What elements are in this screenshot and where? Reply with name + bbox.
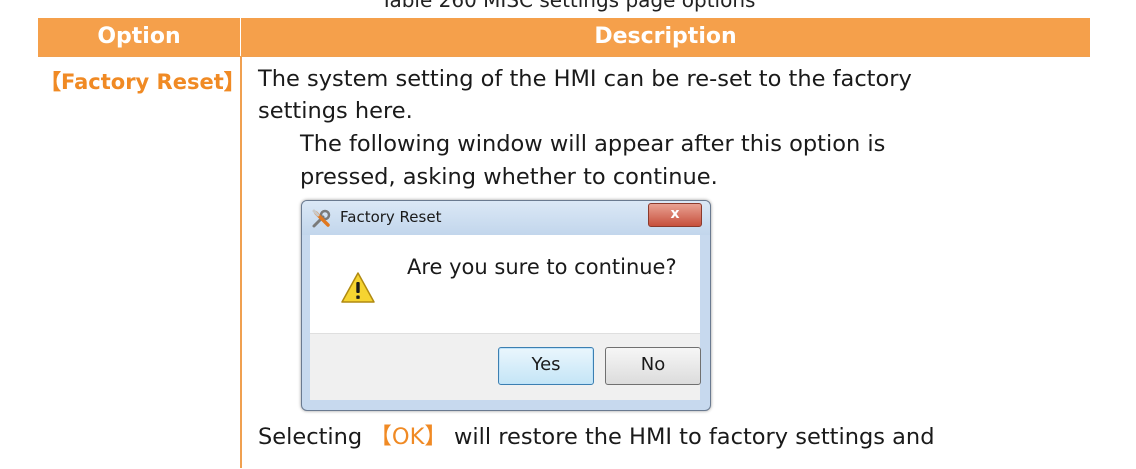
header-description: Description (241, 18, 1090, 56)
header-option: Option (38, 18, 240, 56)
yes-button[interactable]: Yes (498, 347, 594, 385)
ok-highlight: 【OK】 (369, 424, 447, 450)
dialog-footer: Yes No (310, 333, 701, 400)
option-label-factory-reset: 【Factory Reset】 (40, 70, 245, 94)
dialog-message: Are you sure to continue? (407, 255, 677, 279)
description-line: The system setting of the HMI can be re-… (258, 66, 912, 92)
description-line: pressed, asking whether to continue. (300, 164, 718, 190)
description-line: The following window will appear after t… (300, 131, 886, 157)
factory-reset-dialog: Factory Reset x Are you sure to continue… (301, 200, 711, 411)
description-line: Selecting 【OK】 will restore the HMI to f… (258, 422, 934, 453)
description-text: will restore the HMI to factory settings… (446, 424, 935, 450)
dialog-title-bar: Factory Reset x (302, 201, 710, 235)
table-caption: Table 260 MISC settings page options (380, 0, 756, 12)
dialog-body: Are you sure to continue? (310, 235, 700, 333)
no-button[interactable]: No (605, 347, 701, 385)
description-text: Selecting (258, 424, 370, 450)
description-line: settings here. (258, 98, 413, 124)
tools-icon (312, 209, 331, 228)
column-divider (240, 56, 242, 468)
close-icon: x (670, 206, 680, 222)
dialog-title: Factory Reset (340, 208, 442, 226)
close-button[interactable]: x (648, 203, 702, 227)
warning-icon (341, 272, 375, 303)
